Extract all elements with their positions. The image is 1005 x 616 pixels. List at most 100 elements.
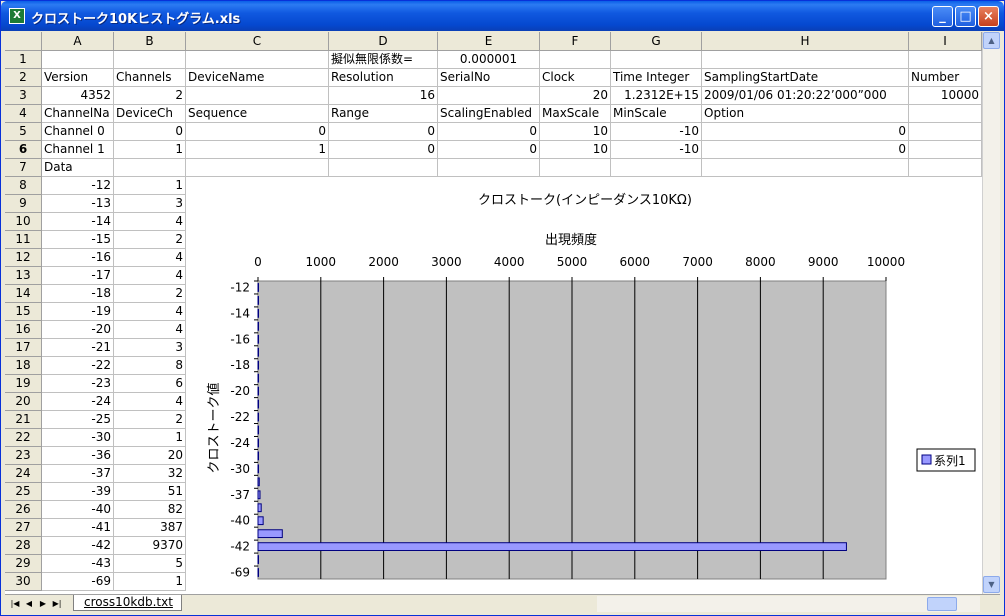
next-sheet-icon[interactable]: ▶ <box>37 597 49 610</box>
column-header-g[interactable]: G <box>611 32 702 51</box>
cell-c6[interactable]: 1 <box>186 141 329 159</box>
cell-i2[interactable]: Number <box>909 69 982 87</box>
row-header-10[interactable]: 10 <box>5 213 42 231</box>
cell-a22[interactable]: -30 <box>42 429 114 447</box>
cell-a9[interactable]: -13 <box>42 195 114 213</box>
row-header-22[interactable]: 22 <box>5 429 42 447</box>
cell-e7[interactable] <box>438 159 540 177</box>
cell-f5[interactable]: 10 <box>540 123 611 141</box>
cell-i7[interactable] <box>909 159 982 177</box>
cell-d1[interactable]: 擬似無限係数= <box>329 51 438 69</box>
cell-h6[interactable]: 0 <box>702 141 909 159</box>
row-header-14[interactable]: 14 <box>5 285 42 303</box>
cell-b30[interactable]: 1 <box>114 573 186 591</box>
last-sheet-icon[interactable]: ▶| <box>51 597 63 610</box>
row-header-19[interactable]: 19 <box>5 375 42 393</box>
cell-f4[interactable]: MaxScale <box>540 105 611 123</box>
column-header-h[interactable]: H <box>702 32 909 51</box>
cell-a18[interactable]: -22 <box>42 357 114 375</box>
cell-b16[interactable]: 4 <box>114 321 186 339</box>
cell-g4[interactable]: MinScale <box>611 105 702 123</box>
cell-h5[interactable]: 0 <box>702 123 909 141</box>
cell-c2[interactable]: DeviceName <box>186 69 329 87</box>
cell-f6[interactable]: 10 <box>540 141 611 159</box>
cell-e2[interactable]: SerialNo <box>438 69 540 87</box>
row-header-17[interactable]: 17 <box>5 339 42 357</box>
cell-c4[interactable]: Sequence <box>186 105 329 123</box>
crosstalk-histogram-chart[interactable]: クロストーク(インピーダンス10KΩ) 出現頻度 0 1000 2000 3000 4000… <box>187 178 982 594</box>
cell-b28[interactable]: 9370 <box>114 537 186 555</box>
cell-g2[interactable]: Time Integer <box>611 69 702 87</box>
sheet-tab[interactable]: cross10kdb.txt <box>73 595 182 611</box>
row-header-9[interactable]: 9 <box>5 195 42 213</box>
row-header-30[interactable]: 30 <box>5 573 42 591</box>
row-header-21[interactable]: 21 <box>5 411 42 429</box>
column-header-f[interactable]: F <box>540 32 611 51</box>
row-header-2[interactable]: 2 <box>5 69 42 87</box>
cell-b19[interactable]: 6 <box>114 375 186 393</box>
cell-b9[interactable]: 3 <box>114 195 186 213</box>
cell-a10[interactable]: -14 <box>42 213 114 231</box>
cell-b29[interactable]: 5 <box>114 555 186 573</box>
row-header-24[interactable]: 24 <box>5 465 42 483</box>
cell-i1[interactable] <box>909 51 982 69</box>
column-header-c[interactable]: C <box>186 32 329 51</box>
cell-a3[interactable]: 4352 <box>42 87 114 105</box>
row-header-18[interactable]: 18 <box>5 357 42 375</box>
cell-g3[interactable]: 1.2312E+15 <box>611 87 702 105</box>
select-all-corner[interactable] <box>5 32 42 51</box>
cell-b25[interactable]: 51 <box>114 483 186 501</box>
vertical-scrollbar[interactable]: ▲ ▼ <box>982 32 1000 594</box>
row-header-5[interactable]: 5 <box>5 123 42 141</box>
cell-a26[interactable]: -40 <box>42 501 114 519</box>
row-header-20[interactable]: 20 <box>5 393 42 411</box>
cell-b14[interactable]: 2 <box>114 285 186 303</box>
cell-g7[interactable] <box>611 159 702 177</box>
cell-a20[interactable]: -24 <box>42 393 114 411</box>
column-header-a[interactable]: A <box>42 32 114 51</box>
row-header-3[interactable]: 3 <box>5 87 42 105</box>
cell-c7[interactable] <box>186 159 329 177</box>
row-header-25[interactable]: 25 <box>5 483 42 501</box>
cell-a28[interactable]: -42 <box>42 537 114 555</box>
cell-a13[interactable]: -17 <box>42 267 114 285</box>
prev-sheet-icon[interactable]: ◀ <box>23 597 35 610</box>
cell-b23[interactable]: 20 <box>114 447 186 465</box>
row-header-8[interactable]: 8 <box>5 177 42 195</box>
cell-b26[interactable]: 82 <box>114 501 186 519</box>
cell-b2[interactable]: Channels <box>114 69 186 87</box>
cell-b11[interactable]: 2 <box>114 231 186 249</box>
spreadsheet-grid[interactable]: A B C D E F G H I 1 2 3 4 5 6 7 8 9 10 11 12 13 14 15 16 17 18 19 20… <box>5 32 982 594</box>
cell-f1[interactable] <box>540 51 611 69</box>
cell-h4[interactable]: Option <box>702 105 909 123</box>
cell-b4[interactable]: DeviceCh <box>114 105 186 123</box>
first-sheet-icon[interactable]: |◀ <box>9 597 21 610</box>
cell-a24[interactable]: -37 <box>42 465 114 483</box>
column-header-e[interactable]: E <box>438 32 540 51</box>
cell-e1[interactable]: 0.000001 <box>438 51 540 69</box>
row-header-28[interactable]: 28 <box>5 537 42 555</box>
cell-g5[interactable]: -10 <box>611 123 702 141</box>
cell-e3[interactable] <box>438 87 540 105</box>
row-header-29[interactable]: 29 <box>5 555 42 573</box>
cell-d2[interactable]: Resolution <box>329 69 438 87</box>
column-header-i[interactable]: I <box>909 32 982 51</box>
cell-b17[interactable]: 3 <box>114 339 186 357</box>
cell-b7[interactable] <box>114 159 186 177</box>
cell-i3[interactable]: 10000 <box>909 87 982 105</box>
cell-b1[interactable] <box>114 51 186 69</box>
cell-b27[interactable]: 387 <box>114 519 186 537</box>
cell-h3[interactable]: 2009/01/06 01:20:22’000”000 <box>702 87 909 105</box>
cell-c1[interactable] <box>186 51 329 69</box>
cell-h2[interactable]: SamplingStartDate <box>702 69 909 87</box>
cell-e5[interactable]: 0 <box>438 123 540 141</box>
row-header-27[interactable]: 27 <box>5 519 42 537</box>
cell-a12[interactable]: -16 <box>42 249 114 267</box>
cell-b22[interactable]: 1 <box>114 429 186 447</box>
cell-e6[interactable]: 0 <box>438 141 540 159</box>
maximize-button[interactable]: □ <box>955 6 976 27</box>
cell-b10[interactable]: 4 <box>114 213 186 231</box>
cell-d5[interactable]: 0 <box>329 123 438 141</box>
cell-a15[interactable]: -19 <box>42 303 114 321</box>
title-bar[interactable]: X クロストーク10Kヒストグラム.xls _ □ × <box>1 1 1004 31</box>
